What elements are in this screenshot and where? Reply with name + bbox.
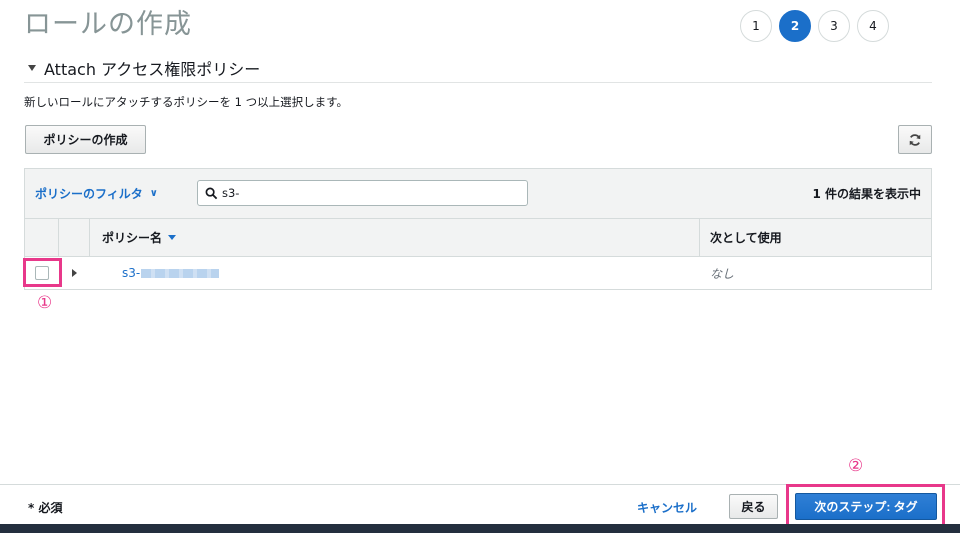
column-header-policy-name[interactable]: ポリシー名 xyxy=(90,219,700,256)
create-policy-button[interactable]: ポリシーの作成 xyxy=(25,125,146,154)
step-1[interactable]: 1 xyxy=(740,10,772,42)
caret-down-icon xyxy=(28,65,36,71)
console-bottom-bar xyxy=(0,524,960,533)
redacted-text xyxy=(141,268,220,278)
search-icon xyxy=(205,187,218,199)
back-button[interactable]: 戻る xyxy=(729,494,778,519)
header-select-cell xyxy=(25,219,59,256)
step-2[interactable]: 2 xyxy=(779,10,811,42)
annotation-number-1: ① xyxy=(37,293,53,313)
header-expand-cell xyxy=(59,219,90,256)
policy-usage: なし xyxy=(710,266,735,281)
annotation-highlight-checkbox xyxy=(23,258,62,287)
section-divider xyxy=(24,82,932,83)
search-box[interactable] xyxy=(197,180,528,206)
required-note: * 必須 xyxy=(28,501,63,515)
section-toggle[interactable]: Attach アクセス権限ポリシー xyxy=(28,56,260,80)
section-title: Attach アクセス権限ポリシー xyxy=(44,60,261,79)
caret-right-icon xyxy=(72,269,77,277)
table-header: ポリシー名 次として使用 xyxy=(25,219,931,257)
description-text: 新しいロールにアタッチするポリシーを 1 つ以上選択します。 xyxy=(24,95,348,109)
column-policy-name-label: ポリシー名 xyxy=(102,231,163,245)
cancel-link[interactable]: キャンセル xyxy=(637,499,697,516)
wizard-steps: 1 2 3 4 xyxy=(740,10,889,42)
table-row: s3- なし xyxy=(25,257,931,289)
chevron-down-icon: ∨ xyxy=(149,188,158,199)
row-expand-toggle[interactable] xyxy=(59,269,90,277)
sort-desc-icon xyxy=(168,235,177,240)
refresh-icon xyxy=(909,133,921,146)
step-3[interactable]: 3 xyxy=(818,10,850,42)
filter-bar: ポリシーのフィルタ ∨ 1 件の結果を表示中 xyxy=(25,169,931,219)
page-title: ロールの作成 xyxy=(24,9,192,40)
result-count: 1 件の結果を表示中 xyxy=(812,187,921,201)
policy-filter-dropdown[interactable]: ポリシーのフィルタ ∨ xyxy=(35,185,158,202)
policy-filter-label: ポリシーのフィルタ xyxy=(35,187,143,201)
annotation-highlight-next xyxy=(786,484,945,527)
refresh-button[interactable] xyxy=(898,125,932,154)
column-header-usage[interactable]: 次として使用 xyxy=(700,219,931,256)
policy-table: ポリシーのフィルタ ∨ 1 件の結果を表示中 ポリシー名 次として使用 s3- xyxy=(24,168,932,290)
step-4[interactable]: 4 xyxy=(857,10,889,42)
policy-name-text: s3- xyxy=(122,266,141,280)
policy-name-link[interactable]: s3- xyxy=(90,266,700,280)
annotation-number-2: ② xyxy=(848,456,864,476)
search-input[interactable] xyxy=(222,186,502,200)
